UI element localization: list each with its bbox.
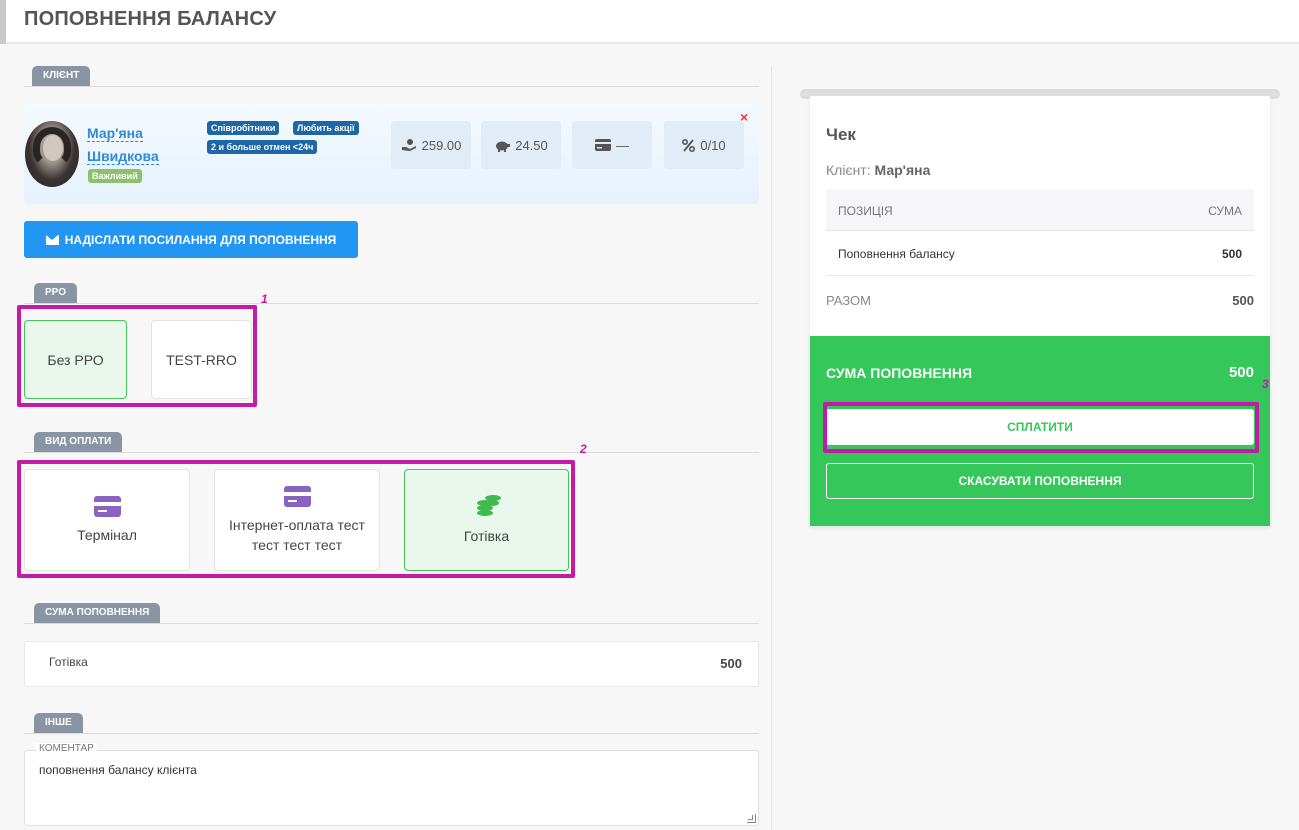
avatar[interactable]: [25, 121, 79, 187]
stat-bonus: 24.50: [481, 121, 561, 169]
row-position: Поповнення балансу: [838, 247, 955, 261]
page-title: ПОПОВНЕННЯ БАЛАНСУ: [24, 8, 277, 30]
annotation-number-3: 3: [1262, 377, 1269, 391]
client-card: Мар'яна Швидкова Важливий Співробітники …: [24, 104, 759, 204]
client-tag: Співробітники: [207, 121, 280, 135]
stat-balance: 259.00: [391, 121, 471, 169]
section-label-other: ІНШЕ: [34, 713, 83, 733]
topup-sum-value: 500: [1228, 364, 1254, 381]
comment-value: поповнення балансу клієнта: [39, 763, 197, 777]
window-edge: [0, 0, 6, 44]
send-topup-link-button[interactable]: НАДІСЛАТИ ПОСИЛАННЯ ДЛЯ ПОПОВНЕННЯ: [24, 221, 358, 258]
resize-handle-icon[interactable]: [747, 814, 756, 823]
highlight-box-1: [17, 305, 257, 407]
comment-textarea[interactable]: КОМЕНТАР поповнення балансу клієнта: [24, 743, 759, 826]
receipt-table-header: ПОЗИЦІЯ СУМА: [826, 190, 1254, 231]
amount-field[interactable]: Готівка 500: [24, 641, 759, 687]
annotation-number-2: 2: [580, 442, 587, 456]
amount-method-label: Готівка: [49, 655, 88, 669]
section-divider: [24, 623, 759, 624]
section-divider: [24, 452, 759, 453]
client-tag: 2 и больше отмен <24ч: [207, 140, 318, 154]
status-badge: Важливий: [88, 169, 142, 183]
stat-discount-value: 0/10: [700, 137, 726, 153]
stat-card: —: [572, 121, 652, 169]
client-last-name: Швидкова: [87, 148, 159, 165]
hand-coin-icon: [401, 139, 416, 151]
receipt-panel: Чек Клієнт: Мар'яна ПОЗИЦІЯ СУМА Поповне…: [810, 96, 1270, 526]
amount-value: 500: [720, 656, 742, 671]
section-divider: [24, 733, 759, 734]
receipt-client-name: Мар'яна: [874, 162, 931, 178]
stat-discount: 0/10: [664, 121, 744, 169]
section-label-client: КЛІЄНТ: [32, 66, 91, 86]
highlight-box-2: [17, 460, 575, 578]
percent-icon: [682, 138, 696, 152]
receipt-total-label: РАЗОМ: [826, 293, 871, 308]
section-label-amount: СУМА ПОПОВНЕННЯ: [34, 603, 161, 623]
section-label-payment: ВИД ОПЛАТИ: [34, 432, 123, 452]
cancel-topup-button[interactable]: СКАСУВАТИ ПОПОВНЕННЯ: [826, 463, 1254, 499]
column-header-position: ПОЗИЦІЯ: [838, 204, 893, 218]
column-header-amount: СУМА: [1208, 204, 1242, 218]
table-row: Поповнення балансу 500: [826, 231, 1254, 276]
section-divider: [24, 303, 759, 304]
page-header: ПОПОВНЕННЯ БАЛАНСУ: [0, 0, 1299, 44]
receipt-title: Чек: [826, 125, 856, 144]
stat-balance-value: 259.00: [421, 137, 462, 153]
card-icon: [595, 139, 611, 151]
stat-card-value: —: [616, 137, 629, 153]
section-label-rro: РРО: [34, 283, 77, 303]
receipt-total-value: 500: [1232, 293, 1254, 308]
piggy-bank-icon: [496, 141, 511, 152]
column-divider: [771, 66, 772, 830]
client-name-link[interactable]: Мар'яна Швидкова: [87, 122, 177, 168]
receipt-client-prefix: Клієнт:: [826, 162, 871, 178]
highlight-box-3: [823, 402, 1259, 453]
close-icon[interactable]: ×: [740, 109, 748, 125]
section-divider: [24, 86, 759, 87]
envelope-icon: [45, 234, 59, 245]
comment-label: КОМЕНТАР: [36, 743, 97, 754]
client-first-name: Мар'яна: [87, 125, 143, 142]
send-topup-link-label: НАДІСЛАТИ ПОСИЛАННЯ ДЛЯ ПОПОВНЕННЯ: [64, 232, 337, 247]
receipt-client: Клієнт: Мар'яна: [826, 162, 930, 178]
stat-bonus-value: 24.50: [515, 137, 548, 153]
client-tag: Любить акції: [293, 121, 359, 135]
row-amount: 500: [1221, 247, 1242, 261]
topup-sum-label: СУМА ПОПОВНЕННЯ: [826, 365, 973, 381]
annotation-number-1: 1: [261, 292, 268, 306]
